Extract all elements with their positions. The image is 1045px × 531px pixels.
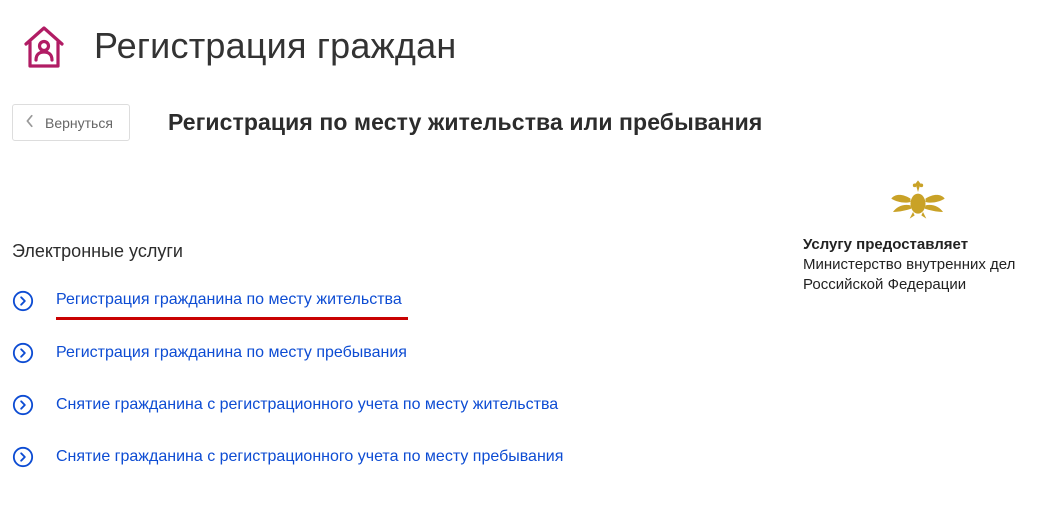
service-item: Регистрация гражданина по месту пребыван… xyxy=(12,342,783,364)
service-link-stay-deregistration[interactable]: Снятие гражданина с регистрационного уче… xyxy=(56,447,563,466)
back-button-label: Вернуться xyxy=(45,115,113,131)
service-list: Регистрация гражданина по месту жительст… xyxy=(12,290,783,468)
service-link-residence-deregistration[interactable]: Снятие гражданина с регистрационного уче… xyxy=(56,395,558,414)
page-header: Регистрация граждан xyxy=(12,14,1033,78)
service-item: Снятие гражданина с регистрационного уче… xyxy=(12,446,783,468)
back-button[interactable]: Вернуться xyxy=(12,104,130,141)
provider-label: Услугу предоставляет xyxy=(803,236,1033,253)
chevron-right-circle-icon xyxy=(12,446,34,468)
provider-column: Услугу предоставляет Министерство внутре… xyxy=(803,173,1033,296)
house-person-icon xyxy=(12,14,76,78)
provider-name: Министерство внутренних дел Российской Ф… xyxy=(803,255,1033,296)
service-item: Снятие гражданина с регистрационного уче… xyxy=(12,394,783,416)
chevron-right-circle-icon xyxy=(12,290,34,312)
main-column: Электронные услуги Регистрация гражданин… xyxy=(12,169,783,498)
service-link-residence-registration[interactable]: Регистрация гражданина по месту жительст… xyxy=(56,291,402,308)
highlight-underline xyxy=(56,317,408,320)
subheader-row: Вернуться Регистрация по месту жительств… xyxy=(12,104,1033,141)
service-link-wrap: Регистрация гражданина по месту жительст… xyxy=(56,290,402,311)
chevron-right-circle-icon xyxy=(12,342,34,364)
eagle-emblem-icon xyxy=(803,173,1033,226)
chevron-right-circle-icon xyxy=(12,394,34,416)
section-title: Электронные услуги xyxy=(12,241,783,262)
service-item: Регистрация гражданина по месту жительст… xyxy=(12,290,783,312)
page-title: Регистрация граждан xyxy=(94,25,456,67)
content-wrap: Электронные услуги Регистрация гражданин… xyxy=(12,169,1033,498)
service-link-stay-registration[interactable]: Регистрация гражданина по месту пребыван… xyxy=(56,343,407,362)
page-subtitle: Регистрация по месту жительства или преб… xyxy=(168,109,762,136)
chevron-left-icon xyxy=(25,114,35,131)
